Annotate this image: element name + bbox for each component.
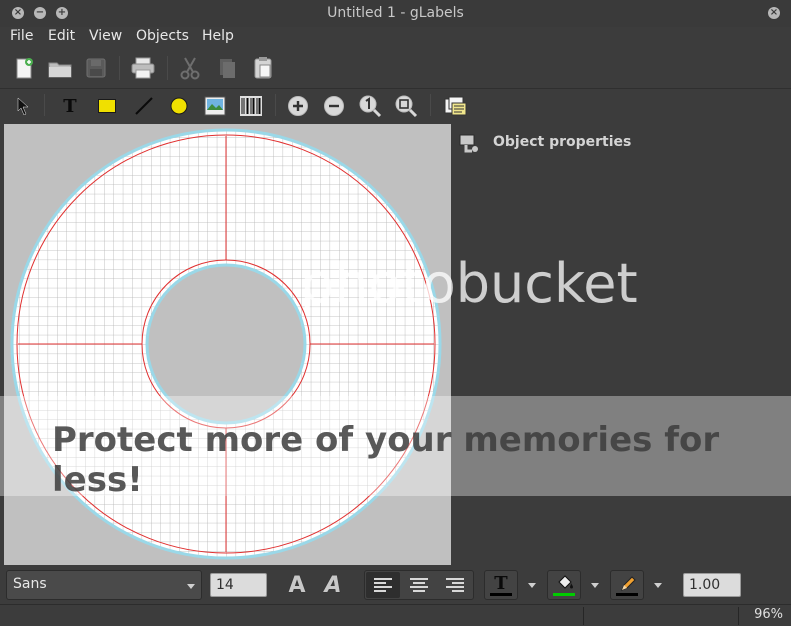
window-close-right-button[interactable]: ×: [768, 7, 780, 19]
fill-color-button[interactable]: [547, 570, 581, 600]
menu-bar: File Edit View Objects Help: [0, 27, 791, 49]
alignment-group: [364, 570, 474, 600]
menu-objects[interactable]: Objects: [136, 28, 189, 44]
zoom-1to1-icon[interactable]: [357, 93, 383, 119]
text-color-swatch: [490, 593, 512, 596]
menu-view[interactable]: View: [89, 28, 122, 44]
arrow-select-icon[interactable]: [11, 93, 35, 119]
text-tool-icon[interactable]: T: [58, 93, 82, 119]
text-color-button[interactable]: T: [484, 570, 518, 600]
chevron-down-icon: [187, 584, 195, 589]
pencil-icon: [621, 576, 636, 591]
zoom-level: 96%: [754, 607, 783, 622]
paste-icon[interactable]: [249, 54, 277, 82]
toolbar-separator: [275, 94, 276, 116]
line-width-input[interactable]: 1.00: [683, 573, 741, 597]
barcode-tool-icon[interactable]: [238, 93, 264, 119]
line-color-dropdown-icon[interactable]: [654, 583, 662, 588]
zoom-in-icon[interactable]: [285, 93, 311, 119]
watermark-brand: photobucket: [300, 252, 638, 315]
window-title: Untitled 1 - gLabels: [327, 5, 464, 21]
toolbar-separator: [119, 56, 120, 80]
toolbar-separator: [430, 94, 431, 116]
objects-toolbar: T: [0, 88, 791, 122]
font-family-select[interactable]: Sans: [6, 570, 202, 600]
font-family-value: Sans: [13, 576, 47, 592]
watermark-tagline: Protect more of your memories for less!: [52, 420, 720, 500]
main-toolbar: [0, 50, 791, 86]
align-right-icon[interactable]: [438, 572, 472, 598]
print-icon[interactable]: [128, 54, 158, 82]
status-separator: [738, 607, 739, 625]
copy-icon[interactable]: [213, 54, 241, 82]
title-bar: × − + Untitled 1 - gLabels ×: [0, 0, 791, 27]
toolbar-separator: [44, 94, 45, 116]
merge-properties-icon[interactable]: [441, 93, 469, 119]
align-center-icon[interactable]: [402, 572, 436, 598]
line-tool-icon[interactable]: [131, 93, 157, 119]
save-icon[interactable]: [82, 54, 110, 82]
line-color-swatch: [616, 593, 638, 596]
panel-title: Object properties: [493, 134, 632, 150]
line-color-button[interactable]: [610, 570, 644, 600]
ellipse-tool-icon[interactable]: [166, 93, 192, 119]
fill-color-dropdown-icon[interactable]: [591, 583, 599, 588]
menu-help[interactable]: Help: [202, 28, 234, 44]
fill-color-swatch: [553, 593, 575, 596]
properties-icon: [459, 134, 478, 153]
format-toolbar: Sans 14 A A T 1.00: [0, 566, 791, 604]
menu-file[interactable]: File: [10, 28, 33, 44]
new-document-icon[interactable]: [10, 54, 38, 82]
font-size-input[interactable]: 14: [210, 573, 267, 597]
text-color-dropdown-icon[interactable]: [528, 583, 536, 588]
cut-icon[interactable]: [176, 54, 204, 82]
status-separator: [583, 607, 584, 625]
open-folder-icon[interactable]: [45, 54, 75, 82]
align-left-icon[interactable]: [366, 572, 400, 598]
zoom-out-icon[interactable]: [321, 93, 347, 119]
fill-bucket-icon: [558, 575, 573, 589]
zoom-fit-icon[interactable]: [393, 93, 419, 119]
image-tool-icon[interactable]: [202, 93, 228, 119]
box-tool-icon[interactable]: [94, 93, 120, 119]
text-color-icon: T: [494, 572, 508, 594]
italic-toggle[interactable]: A: [318, 571, 348, 599]
toolbar-separator: [167, 56, 168, 80]
bold-toggle[interactable]: A: [282, 571, 312, 599]
menu-edit[interactable]: Edit: [48, 28, 75, 44]
status-bar: 96%: [0, 604, 791, 626]
